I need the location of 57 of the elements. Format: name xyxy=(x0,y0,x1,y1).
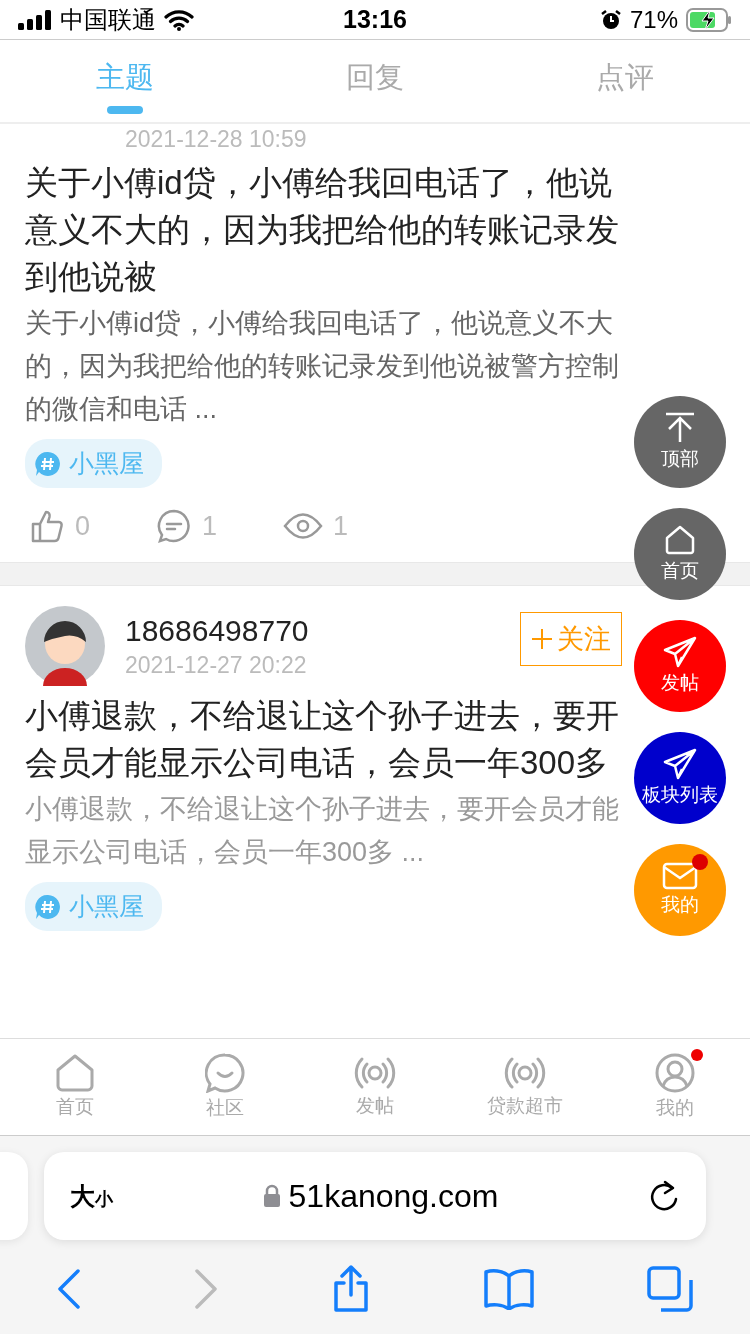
paper-plane-icon xyxy=(663,748,697,780)
floating-button[interactable]: 板块列表 xyxy=(634,732,726,824)
home-icon xyxy=(55,1054,95,1092)
tabs-icon[interactable] xyxy=(647,1266,694,1312)
eye-icon xyxy=(283,511,324,541)
wifi-icon xyxy=(164,8,194,31)
home-icon xyxy=(664,524,696,556)
post-date: 2021-12-27 20:22 xyxy=(125,651,308,679)
stat-count: 1 xyxy=(202,510,218,542)
address-bar[interactable]: 大小 51kanong.com xyxy=(44,1152,706,1240)
broadcast-icon xyxy=(504,1055,546,1091)
arrow-up-icon xyxy=(664,412,696,444)
post-excerpt: 关于小傅id贷，小傅给我回电话了，他说意义不大的，因为我把给他的转账记录发到他说被警方控制的微信和电话 ... xyxy=(25,307,620,426)
signal-icon xyxy=(18,9,52,30)
plus-icon xyxy=(531,628,553,650)
thumbs-up-icon[interactable] xyxy=(29,508,65,544)
nav-item[interactable]: 我的 xyxy=(600,1039,750,1135)
nav-item[interactable]: 社区 xyxy=(150,1039,300,1135)
battery-charging-icon xyxy=(686,7,732,32)
floating-button[interactable]: 顶部 xyxy=(634,396,726,488)
hash-icon xyxy=(35,893,61,920)
stat-count: 0 xyxy=(75,510,91,542)
battery-percent: 71% xyxy=(629,5,678,34)
post-excerpt: 小傅退款，不给退让这个孙子进去，要开会员才能显示公司电话，会员一年300多 ... xyxy=(25,793,620,869)
nav-item[interactable]: 首页 xyxy=(0,1039,150,1135)
user-icon xyxy=(655,1053,695,1093)
paper-plane-icon xyxy=(663,636,697,668)
nav-item[interactable]: 发帖 xyxy=(300,1039,450,1135)
floating-button[interactable]: 首页 xyxy=(634,508,726,600)
post-date: 2021-12-28 10:59 xyxy=(125,126,308,153)
reload-icon[interactable] xyxy=(648,1179,680,1213)
floating-button[interactable]: 发帖 xyxy=(634,620,726,712)
text-size-button[interactable]: 大小 xyxy=(70,1179,113,1213)
book-icon[interactable] xyxy=(484,1268,535,1310)
author-name: 18686498770 xyxy=(125,613,310,648)
tab[interactable]: 点评 xyxy=(500,40,750,122)
tab[interactable]: 回复 xyxy=(250,40,500,122)
hash-icon xyxy=(35,450,61,477)
lock-icon xyxy=(262,1184,281,1208)
comment-icon[interactable] xyxy=(156,508,193,544)
alarm-icon xyxy=(599,8,622,31)
broadcast-icon xyxy=(354,1055,396,1091)
smile-chat-icon xyxy=(205,1053,245,1093)
tab[interactable]: 主题 xyxy=(0,40,250,122)
back-icon[interactable] xyxy=(56,1269,81,1309)
url-text: 51kanong.com xyxy=(288,1177,499,1215)
mail-icon xyxy=(662,862,698,890)
post-title[interactable]: 小傅退款，不给退让这个孙子进去，要开会员才能显示公司电话，会员一年300多 xyxy=(25,692,622,786)
floating-button[interactable]: 我的 xyxy=(634,844,726,936)
stat-count: 1 xyxy=(333,510,349,542)
post-title[interactable]: 关于小傅id贷，小傅给我回电话了，他说意义不大的，因为我把给他的转账记录发到他说被 xyxy=(25,159,622,300)
tag-chip[interactable]: 小黑屋 xyxy=(25,439,162,488)
status-time: 13:16 xyxy=(343,5,407,34)
tag-chip[interactable]: 小黑屋 xyxy=(25,882,162,931)
follow-button[interactable]: 关注 xyxy=(520,612,622,666)
carrier-name: 中国联通 xyxy=(60,4,156,35)
nav-item[interactable]: 贷款超市 xyxy=(450,1039,600,1135)
